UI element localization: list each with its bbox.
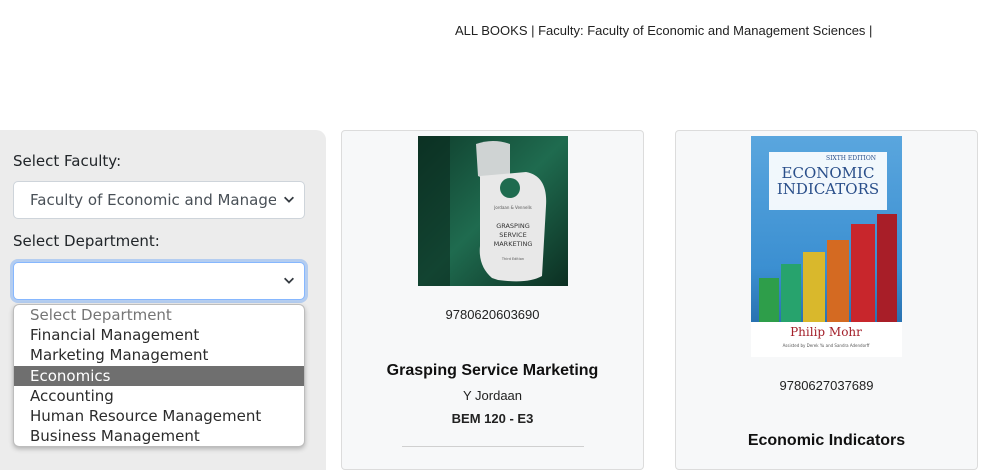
department-option[interactable]: Human Resource Management	[14, 406, 304, 426]
faculty-label: Select Faculty:	[13, 152, 122, 170]
breadcrumb: ALL BOOKS | Faculty: Faculty of Economic…	[455, 23, 873, 38]
chevron-down-icon	[284, 277, 294, 284]
book-author: Y Jordaan	[462, 388, 523, 403]
book-card[interactable]: SIXTH EDITION ECONOMIC INDICATORS Philip…	[675, 130, 978, 470]
cover-edition-text: Third Edition	[501, 257, 524, 261]
department-option[interactable]: Accounting	[14, 386, 304, 406]
cover-title-line: INDICATORS	[777, 180, 879, 198]
cover-title-line: MARKETING	[494, 240, 533, 248]
book-card[interactable]: GRASPING SERVICE MARKETING Jordaan & Ven…	[341, 130, 644, 470]
department-label: Select Department:	[13, 232, 160, 250]
department-select[interactable]	[13, 262, 305, 300]
cover-edition-text: SIXTH EDITION	[826, 155, 876, 162]
cover-assist-text: Assisted by Derek Yu and Sandra Adendorf…	[783, 343, 870, 348]
department-option-selected[interactable]: Economics	[14, 365, 304, 386]
faculty-select[interactable]: Faculty of Economic and Management Scien…	[13, 181, 305, 219]
department-option[interactable]: Marketing Management	[14, 345, 304, 365]
card-divider	[402, 446, 584, 447]
chevron-down-icon	[284, 196, 294, 203]
book-cover-image[interactable]: GRASPING SERVICE MARKETING Jordaan & Ven…	[418, 136, 568, 286]
department-option[interactable]: Select Department	[14, 305, 304, 325]
department-option[interactable]: Business Management	[14, 426, 304, 446]
cover-author-text: Philip Mohr	[790, 325, 862, 339]
book-isbn: 9780627037689	[779, 378, 874, 393]
faculty-select-value: Faculty of Economic and Management Scien…	[30, 191, 276, 209]
department-option[interactable]: Financial Management	[14, 325, 304, 345]
book-cover-image[interactable]: SIXTH EDITION ECONOMIC INDICATORS Philip…	[751, 136, 902, 357]
department-dropdown-list: Select Department Financial Management M…	[13, 304, 305, 447]
book-isbn: 9780620603690	[445, 307, 540, 322]
cover-title-line: SERVICE	[499, 231, 526, 239]
book-title[interactable]: Economic Indicators	[676, 432, 977, 450]
book-title[interactable]: Grasping Service Marketing	[342, 362, 643, 380]
book-code: BEM 120 - E3	[451, 411, 534, 426]
cover-author-text: Jordaan & Vennells	[493, 205, 532, 210]
cover-title-line: GRASPING	[496, 222, 530, 230]
